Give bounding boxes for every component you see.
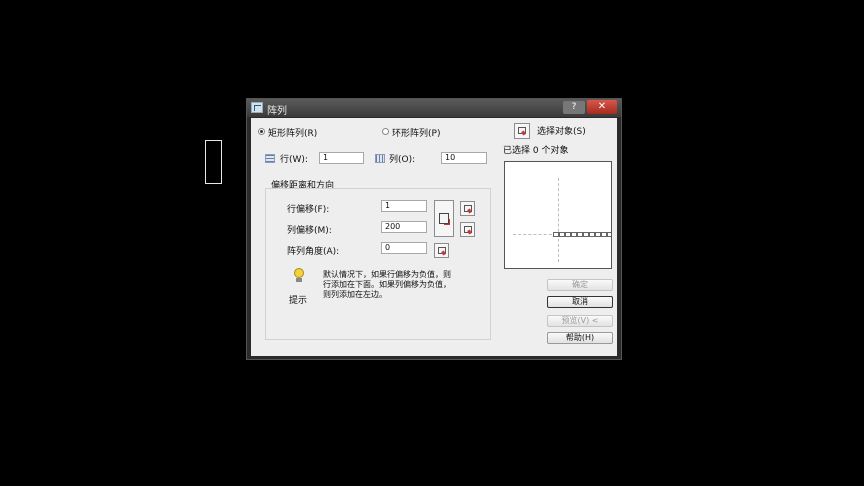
polar-array-label[interactable]: 环形阵列(P): [392, 126, 440, 139]
close-icon[interactable]: ✕: [587, 100, 617, 114]
array-angle-label: 阵列角度(A):: [287, 247, 340, 257]
lightbulb-icon: [293, 268, 305, 282]
preview-array-cells: [553, 232, 611, 237]
column-offset-input[interactable]: 200: [381, 221, 427, 233]
tip-text-line-3: 则列添加在左边。: [323, 290, 387, 299]
polar-array-radio[interactable]: [382, 128, 389, 135]
title-bar[interactable]: 阵列 ? ✕: [247, 99, 621, 117]
help-icon[interactable]: ?: [563, 101, 585, 114]
row-offset-label: 行偏移(F):: [287, 205, 330, 215]
array-app-icon: [251, 102, 263, 113]
dialog-client-area: 矩形阵列(R) 环形阵列(P) 行(W): 1 列(O): 10 偏移距离和方向…: [251, 118, 617, 356]
select-objects-label[interactable]: 选择对象(S): [537, 124, 586, 137]
columns-label: 列(O):: [389, 155, 416, 165]
rows-icon: [265, 154, 275, 163]
select-objects-icon[interactable]: [514, 123, 530, 139]
preview-button[interactable]: 预览(V) <: [547, 315, 613, 327]
pick-row-offset-icon[interactable]: [460, 201, 475, 216]
ok-button[interactable]: 确定: [547, 279, 613, 291]
selected-count-text: 已选择 0 个对象: [503, 146, 569, 156]
row-offset-input[interactable]: 1: [381, 200, 427, 212]
rows-label: 行(W):: [280, 155, 308, 165]
pick-column-offset-icon[interactable]: [460, 222, 475, 237]
dialog-title: 阵列: [267, 106, 287, 117]
text-cursor-box: [205, 140, 222, 184]
rectangular-array-label[interactable]: 矩形阵列(R): [268, 126, 317, 139]
help-button[interactable]: 帮助(H): [547, 332, 613, 344]
tip-label: 提示: [289, 296, 308, 306]
rows-input[interactable]: 1: [319, 152, 364, 164]
array-angle-input[interactable]: 0: [381, 242, 427, 254]
array-dialog: 阵列 ? ✕ 矩形阵列(R) 环形阵列(P) 行(W): 1 列(O): 10 …: [246, 98, 622, 360]
column-offset-label: 列偏移(M):: [287, 226, 332, 236]
pick-angle-icon[interactable]: [434, 243, 449, 258]
columns-input[interactable]: 10: [441, 152, 487, 164]
cancel-button[interactable]: 取消: [547, 296, 613, 308]
columns-icon: [375, 154, 385, 163]
rectangular-array-radio[interactable]: [258, 128, 265, 135]
array-preview-pane: [504, 161, 612, 269]
pick-both-offsets-icon[interactable]: [434, 200, 454, 237]
